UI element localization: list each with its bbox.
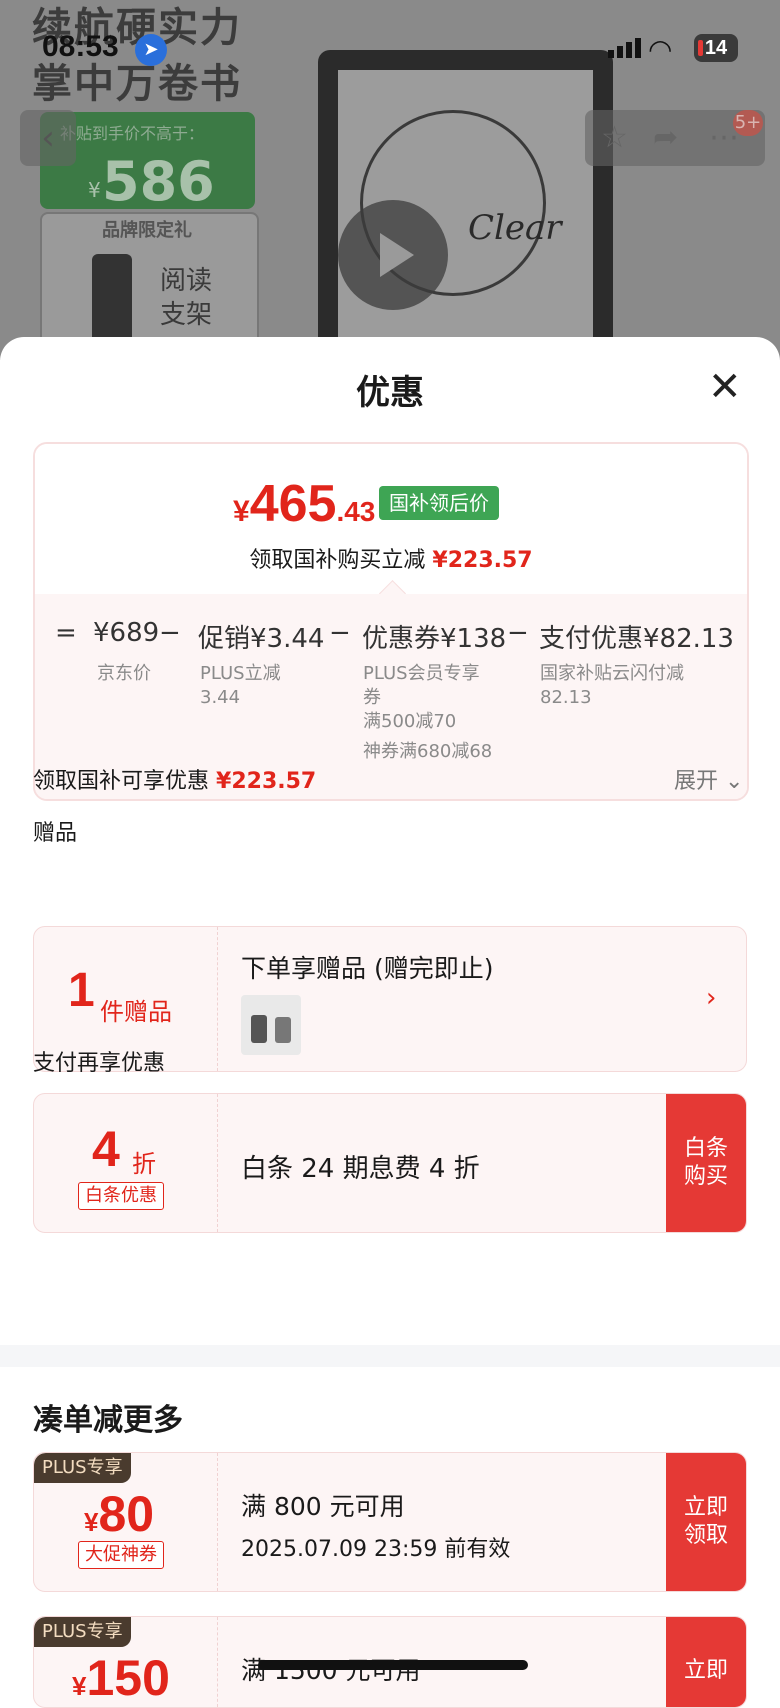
chevron-down-icon: ⌄	[725, 769, 744, 794]
discount-number: 4	[92, 1121, 120, 1177]
gift-tag-label: 品牌限定礼	[102, 220, 192, 241]
coupon-condition: 满 800 元可用	[241, 1492, 405, 1521]
close-icon[interactable]: ✕	[708, 367, 742, 407]
reading-stand-image	[92, 254, 132, 344]
claim-coupon-button[interactable]: 立即	[666, 1617, 746, 1707]
gift-title: 下单享赠品 (赠完即止)	[241, 954, 494, 983]
baitiao-card: 4 折 白条优惠 白条 24 期息费 4 折 白条 购买	[33, 1093, 747, 1233]
baitiao-text: 白条 24 期息费 4 折	[241, 1154, 480, 1184]
pay-discount-note: 国家补贴云闪付减 82.13	[540, 663, 684, 708]
pay-section-label: 支付再享优惠	[33, 1051, 166, 1076]
minus-sign: −	[329, 618, 351, 648]
subsidy-caption: 补贴到手价不高于：	[60, 124, 205, 143]
coupon-tag: 大促神券	[78, 1541, 164, 1569]
gift-section-label: 赠品	[33, 821, 78, 846]
coupon-amount-block: PLUS专享 ¥80 大促神券	[34, 1453, 218, 1591]
favorite-icon[interactable]: ☆	[601, 120, 628, 155]
subsidy-price: 586	[102, 150, 215, 213]
coupon-amount: 优惠券¥138	[362, 624, 507, 654]
plus-tag: PLUS专享	[34, 1617, 131, 1647]
location-icon: ➤	[135, 34, 167, 66]
coupon-validity: 2025.07.09 23:59 前有效	[241, 1537, 511, 1562]
save-line: 领取国补购买立减 ¥223.57	[249, 548, 533, 573]
jd-price: ¥689	[93, 618, 160, 648]
device-brand-text: Clear	[468, 208, 562, 248]
status-bar: 08:53 ➤ ◠ 14	[0, 0, 780, 100]
gift-tag-text: 阅读 支架	[160, 266, 213, 330]
share-icon[interactable]: ➦	[653, 120, 678, 155]
coupon-note-shen: 神券满680减68	[363, 741, 493, 762]
gift-thumbnail	[241, 995, 301, 1055]
coupon-amount-block: PLUS专享 ¥150	[34, 1617, 218, 1707]
chevron-right-icon: ›	[706, 983, 717, 1013]
subsidy-benefit-row: 领取国补可享优惠 ¥223.57	[33, 769, 317, 794]
sheet-title: 优惠	[356, 373, 424, 413]
back-icon[interactable]: ‹	[20, 110, 76, 166]
national-subsidy-badge: 国补领后价	[379, 486, 499, 520]
pay-discount-amount: 支付优惠¥82.13	[539, 624, 734, 654]
battery-icon: 14	[694, 34, 738, 62]
clock: 08:53	[42, 30, 119, 63]
coupon-card: PLUS专享 ¥80 大促神券 满 800 元可用 2025.07.09 23:…	[33, 1452, 747, 1592]
gift-count: 1	[68, 964, 95, 1017]
wifi-icon: ◠	[648, 33, 673, 66]
expand-button[interactable]: 展开 ⌄	[674, 763, 743, 795]
more-section-title: 凑单减更多	[33, 1403, 183, 1438]
subsidy-yen: ¥	[88, 178, 101, 202]
claim-coupon-button[interactable]: 立即 领取	[666, 1453, 746, 1591]
jd-price-label: 京东价	[97, 663, 151, 684]
coupon-note-plus: PLUS会员专享 券 满500减70	[363, 663, 480, 732]
section-divider	[0, 1345, 780, 1367]
coupon-price: ¥150	[72, 1650, 170, 1706]
battery-level: 14	[704, 37, 728, 59]
price-summary-card: ¥465.43 国补领后价 领取国补购买立减 ¥223.57 = ¥689 京东…	[33, 442, 749, 801]
message-badge: 5+	[733, 110, 763, 136]
baitiao-tag: 白条优惠	[78, 1182, 164, 1210]
equals-sign: =	[55, 618, 77, 648]
minus-sign: −	[159, 618, 181, 648]
signal-icon	[608, 38, 644, 58]
plus-tag: PLUS专享	[34, 1453, 131, 1483]
minus-sign: −	[507, 618, 529, 648]
home-indicator	[258, 1660, 528, 1670]
promo-note: PLUS立减 3.44	[200, 663, 281, 708]
promo-amount: 促销¥3.44	[198, 624, 325, 654]
video-play-icon[interactable]	[338, 200, 448, 310]
baitiao-buy-button[interactable]: 白条 购买	[666, 1094, 746, 1232]
discount-unit: 折	[132, 1150, 156, 1178]
discount-block: 4 折 白条优惠	[34, 1094, 218, 1232]
coupon-price: ¥80	[84, 1486, 155, 1542]
final-price: ¥465.43	[233, 475, 376, 533]
gift-unit: 件赠品	[100, 998, 172, 1026]
